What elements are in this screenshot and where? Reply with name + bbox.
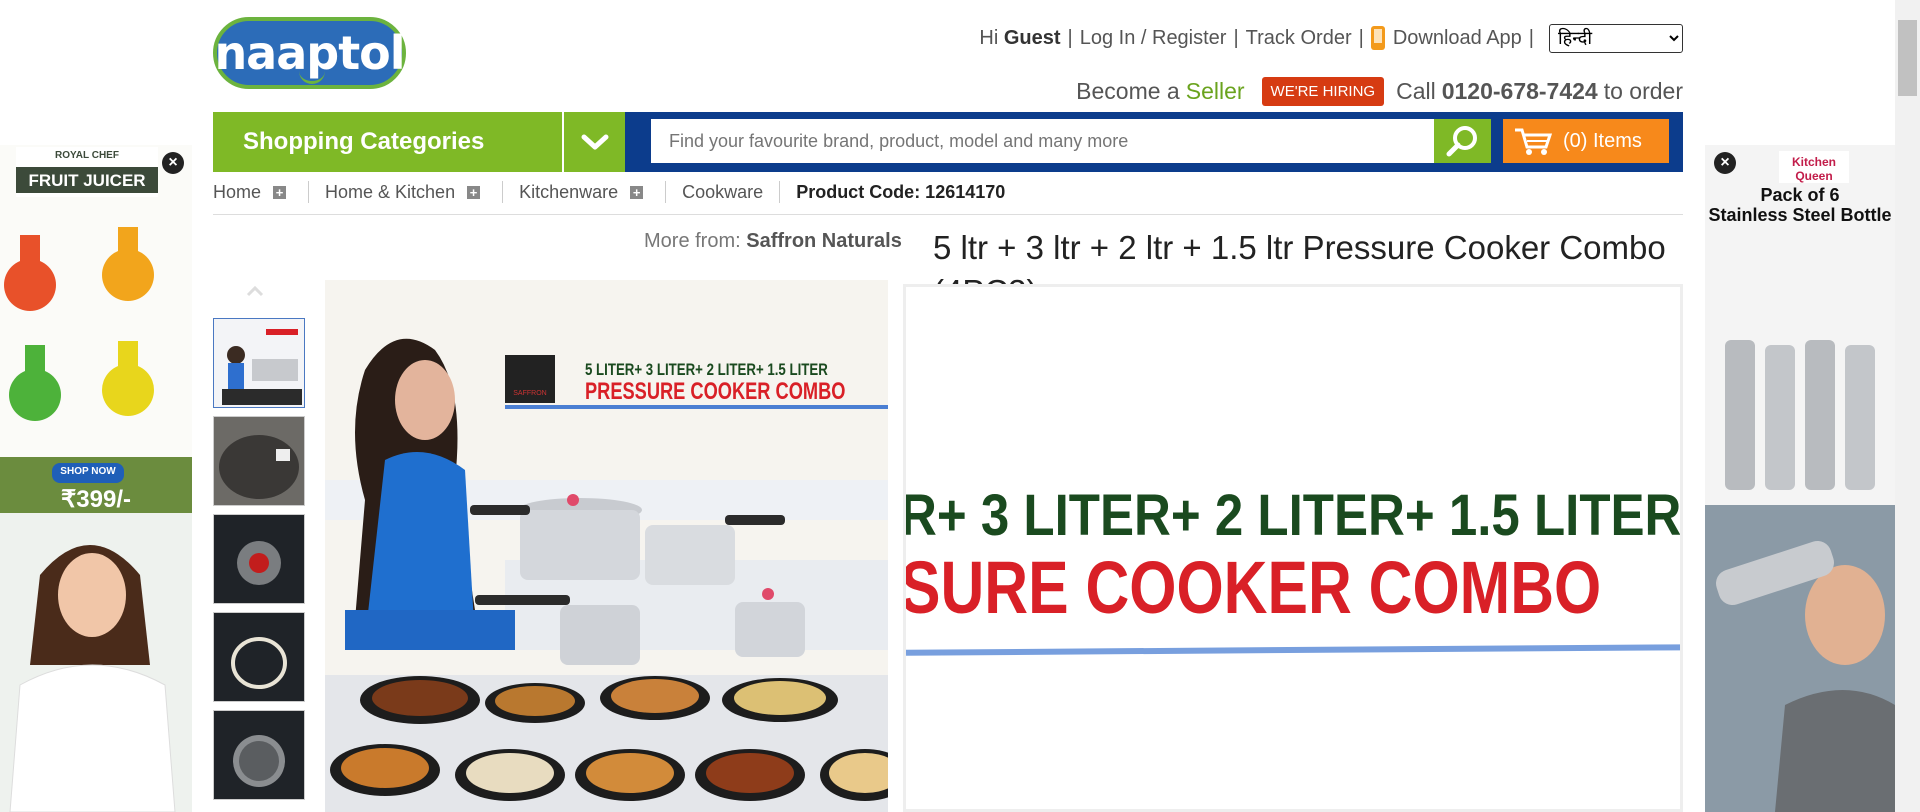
right-ad-banner[interactable]: Kitchen Queen Pack of 6 Stainless Steel … <box>1705 145 1895 812</box>
main-product-image[interactable]: SAFFRON 5 LITER+ 3 LITER+ 2 LITER+ 1.5 L… <box>325 280 888 812</box>
search-input[interactable] <box>651 119 1435 163</box>
login-register-link[interactable]: Log In / Register <box>1080 27 1227 50</box>
expand-plus-icon[interactable]: + <box>630 185 644 199</box>
close-right-ad-icon[interactable]: × <box>1714 152 1736 174</box>
become-seller-link[interactable]: Seller <box>1186 78 1245 105</box>
product-title: 5 ltr + 3 ltr + 2 ltr + 1.5 ltr Pressure… <box>933 229 1666 284</box>
logo-smile-icon <box>299 71 325 84</box>
shopping-categories-menu[interactable]: Shopping Categories <box>213 112 625 172</box>
banner-line-2: PRESSURE COOKER COMBO <box>585 378 846 405</box>
scrollbar-thumb[interactable] <box>1898 20 1917 96</box>
thumbnail-2[interactable] <box>213 416 305 506</box>
download-app-link[interactable]: Download App <box>1393 27 1522 50</box>
chevron-down-icon[interactable] <box>562 112 625 172</box>
search-icon <box>1446 126 1477 157</box>
thumbnail-4[interactable] <box>213 612 305 702</box>
product-code: Product Code: 12614170 <box>796 181 1006 202</box>
thumb-scroll-up-icon[interactable] <box>245 284 265 298</box>
search-button[interactable] <box>1434 119 1491 163</box>
phone-number: 0120-678-7424 <box>1441 77 1598 104</box>
divider <box>213 214 1683 215</box>
breadcrumb-kitchenware[interactable]: Kitchenware <box>519 182 618 203</box>
cart-icon <box>1515 128 1553 155</box>
close-left-ad-icon[interactable]: × <box>162 152 184 174</box>
header-row-2: Become a Seller WE'RE HIRING Call 0120-6… <box>1076 76 1683 106</box>
expand-plus-icon[interactable]: + <box>467 185 481 199</box>
to-order-text: to order <box>1603 77 1683 104</box>
left-ad-brand: ROYAL CHEF <box>55 150 119 161</box>
breadcrumb-home[interactable]: Home <box>213 182 261 203</box>
thumbnail-5[interactable] <box>213 710 305 800</box>
right-ad-title-1: Pack of 6 <box>1760 185 1840 205</box>
cart-count: (0) Items <box>1563 129 1642 152</box>
thumbnail-1[interactable] <box>213 318 305 408</box>
more-from-label: More from: <box>644 230 741 252</box>
expand-plus-icon[interactable]: + <box>273 185 287 199</box>
banner-line-1: 5 LITER+ 3 LITER+ 2 LITER+ 1.5 LITER <box>585 360 828 379</box>
call-text: Call <box>1396 77 1436 104</box>
right-ad-brand: Kitchen Queen <box>1791 155 1836 183</box>
page-scrollbar[interactable] <box>1895 0 1920 812</box>
thumbnail-3[interactable] <box>213 514 305 604</box>
brand-badge: SAFFRON <box>513 390 547 397</box>
zoom-preview: R+ 3 LITER+ 2 LITER+ 1.5 LITER SURE COOK… <box>903 284 1683 812</box>
cart-button[interactable]: (0) Items <box>1503 119 1669 163</box>
mobile-phone-icon <box>1370 26 1385 50</box>
right-ad-title-2: Stainless Steel Bottle <box>1708 205 1892 225</box>
greeting-text: Hi <box>979 26 999 49</box>
more-from: More from: Saffron Naturals <box>644 230 902 253</box>
breadcrumb-home-kitchen[interactable]: Home & Kitchen <box>325 182 455 203</box>
naaptol-logo[interactable]: naaptol <box>213 17 406 89</box>
zoom-accent-bar <box>906 644 1680 656</box>
left-ad-price: ₹399/- <box>61 486 131 513</box>
categories-label: Shopping Categories <box>243 128 485 155</box>
left-ad-cta[interactable]: SHOP NOW <box>52 466 124 477</box>
track-order-link[interactable]: Track Order <box>1246 27 1352 50</box>
top-links: Hi Guest | Log In / Register | Track Ord… <box>979 23 1683 53</box>
breadcrumb-cookware[interactable]: Cookware <box>682 182 763 203</box>
left-ad-title: FRUIT JUICER <box>28 171 146 190</box>
hiring-button[interactable]: WE'RE HIRING <box>1261 76 1385 106</box>
zoom-line-2: SURE COOKER COMBO <box>903 546 1602 629</box>
user-name: Guest <box>1003 26 1061 49</box>
breadcrumb: Home + Home & Kitchen + Kitchenware + Co… <box>213 180 1005 204</box>
become-text: Become a <box>1076 77 1180 104</box>
zoom-line-1: R+ 3 LITER+ 2 LITER+ 1.5 LITER <box>903 483 1682 548</box>
left-ad-banner[interactable]: ROYAL CHEF FRUIT JUICER SHOP NOW ₹399/- <box>0 145 192 812</box>
language-select[interactable]: हिन्दी <box>1549 23 1683 53</box>
brand-link[interactable]: Saffron Naturals <box>746 230 902 252</box>
